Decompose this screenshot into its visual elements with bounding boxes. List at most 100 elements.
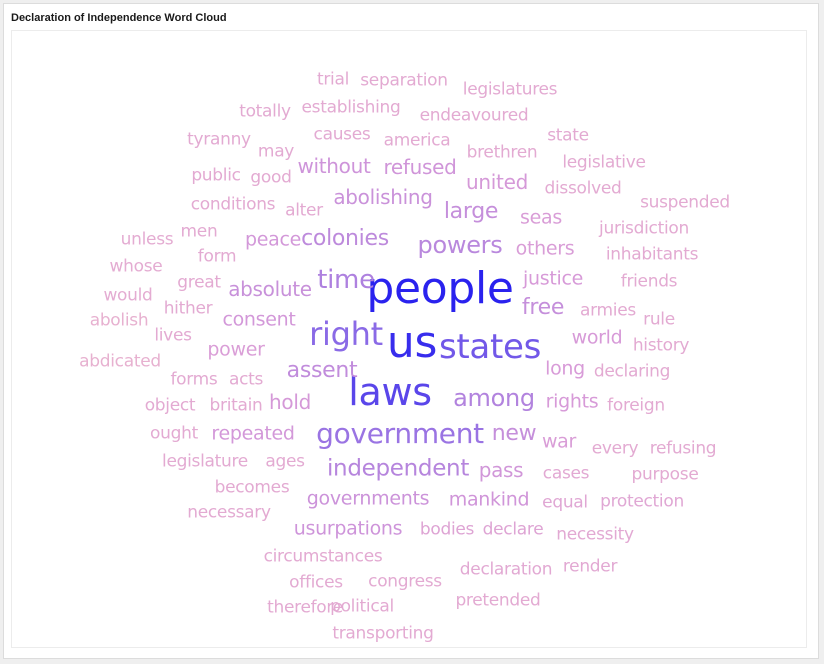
- word-every: every: [591, 438, 639, 459]
- word-necessary: necessary: [187, 502, 271, 523]
- word-united: united: [466, 170, 528, 194]
- word-legislatures: legislatures: [462, 79, 558, 100]
- word-forms: forms: [170, 369, 218, 390]
- word-us: us: [386, 317, 438, 368]
- word-mankind: mankind: [448, 488, 530, 511]
- word-laws: laws: [348, 370, 432, 414]
- word-good: good: [250, 167, 292, 188]
- word-causes: causes: [313, 124, 371, 145]
- word-may: may: [257, 141, 295, 162]
- word-justice: justice: [523, 267, 583, 290]
- word-among: among: [453, 384, 535, 412]
- word-long: long: [545, 357, 585, 380]
- word-inhabitants: inhabitants: [605, 244, 699, 265]
- word-unless: unless: [120, 229, 174, 250]
- word-britain: britain: [209, 395, 263, 416]
- word-large: large: [443, 199, 499, 224]
- word-state: state: [547, 125, 589, 146]
- word-usurpations: usurpations: [293, 517, 403, 540]
- word-congress: congress: [368, 571, 442, 592]
- word-assent: assent: [286, 358, 358, 383]
- word-war: war: [541, 430, 577, 453]
- word-whose: whose: [109, 256, 163, 277]
- word-armies: armies: [580, 300, 636, 321]
- word-new: new: [491, 421, 537, 446]
- word-abolish: abolish: [89, 310, 149, 331]
- word-protection: protection: [600, 491, 684, 512]
- word-suspended: suspended: [640, 192, 730, 213]
- word-time: time: [317, 265, 375, 295]
- word-rule: rule: [643, 309, 675, 330]
- word-therefore: therefore: [267, 597, 343, 618]
- word-cases: cases: [542, 463, 590, 484]
- word-great: great: [177, 272, 221, 293]
- word-ought: ought: [150, 423, 198, 444]
- word-right: right: [309, 315, 383, 353]
- word-public: public: [191, 165, 241, 186]
- word-becomes: becomes: [214, 477, 290, 498]
- word-object: object: [144, 395, 196, 416]
- word-purpose: purpose: [631, 464, 699, 485]
- word-rights: rights: [545, 390, 599, 413]
- word-lives: lives: [154, 325, 192, 346]
- word-separation: separation: [360, 70, 448, 91]
- word-abolishing: abolishing: [333, 185, 433, 209]
- word-dissolved: dissolved: [544, 178, 622, 199]
- word-declaring: declaring: [593, 361, 671, 382]
- word-without: without: [297, 154, 371, 178]
- word-ages: ages: [265, 451, 305, 472]
- word-necessity: necessity: [556, 524, 634, 545]
- word-declaration: declaration: [459, 559, 553, 580]
- word-men: men: [180, 221, 218, 242]
- word-refusing: refusing: [649, 438, 717, 459]
- word-power: power: [207, 338, 265, 361]
- word-acts: acts: [228, 369, 264, 390]
- word-jurisdiction: jurisdiction: [599, 218, 689, 239]
- word-pass: pass: [478, 458, 524, 482]
- word-brethren: brethren: [466, 142, 538, 163]
- word-establishing: establishing: [301, 97, 401, 118]
- word-america: america: [383, 130, 451, 151]
- word-absolute: absolute: [228, 277, 312, 301]
- word-offices: offices: [289, 572, 343, 593]
- word-totally: totally: [239, 101, 291, 122]
- word-seas: seas: [520, 206, 562, 229]
- word-governments: governments: [306, 487, 430, 510]
- word-powers: powers: [417, 231, 503, 259]
- word-refused: refused: [383, 155, 457, 179]
- word-independent: independent: [326, 455, 470, 482]
- word-bodies: bodies: [419, 519, 475, 540]
- word-render: render: [562, 556, 618, 577]
- word-legislative: legislative: [562, 152, 646, 173]
- word-endeavoured: endeavoured: [419, 105, 529, 126]
- word-colonies: colonies: [301, 226, 389, 251]
- word-circumstances: circumstances: [263, 546, 383, 567]
- word-transporting: transporting: [332, 623, 434, 644]
- word-world: world: [571, 326, 623, 349]
- word-abdicated: abdicated: [79, 351, 161, 372]
- word-legislature: legislature: [162, 451, 248, 472]
- word-consent: consent: [222, 308, 296, 331]
- word-equal: equal: [542, 492, 588, 513]
- word-trial: trial: [316, 69, 350, 90]
- word-cloud: people us laws states right government time amo…: [0, 0, 824, 664]
- word-friends: friends: [620, 271, 678, 292]
- word-states: states: [438, 327, 542, 367]
- word-foreign: foreign: [607, 395, 665, 416]
- word-peace: peace: [244, 228, 302, 251]
- word-hither: hither: [163, 298, 213, 319]
- word-government: government: [316, 417, 484, 450]
- word-repeated: repeated: [211, 422, 295, 445]
- word-history: history: [632, 335, 690, 356]
- word-alter: alter: [285, 200, 323, 221]
- word-tyranny: tyranny: [187, 129, 251, 150]
- word-form: form: [197, 246, 237, 267]
- word-pretended: pretended: [455, 590, 541, 611]
- word-declare: declare: [482, 519, 544, 540]
- word-others: others: [515, 237, 575, 260]
- word-people: people: [366, 263, 514, 314]
- word-would: would: [103, 285, 153, 306]
- word-free: free: [521, 295, 565, 320]
- word-conditions: conditions: [190, 194, 276, 215]
- word-hold: hold: [269, 390, 311, 414]
